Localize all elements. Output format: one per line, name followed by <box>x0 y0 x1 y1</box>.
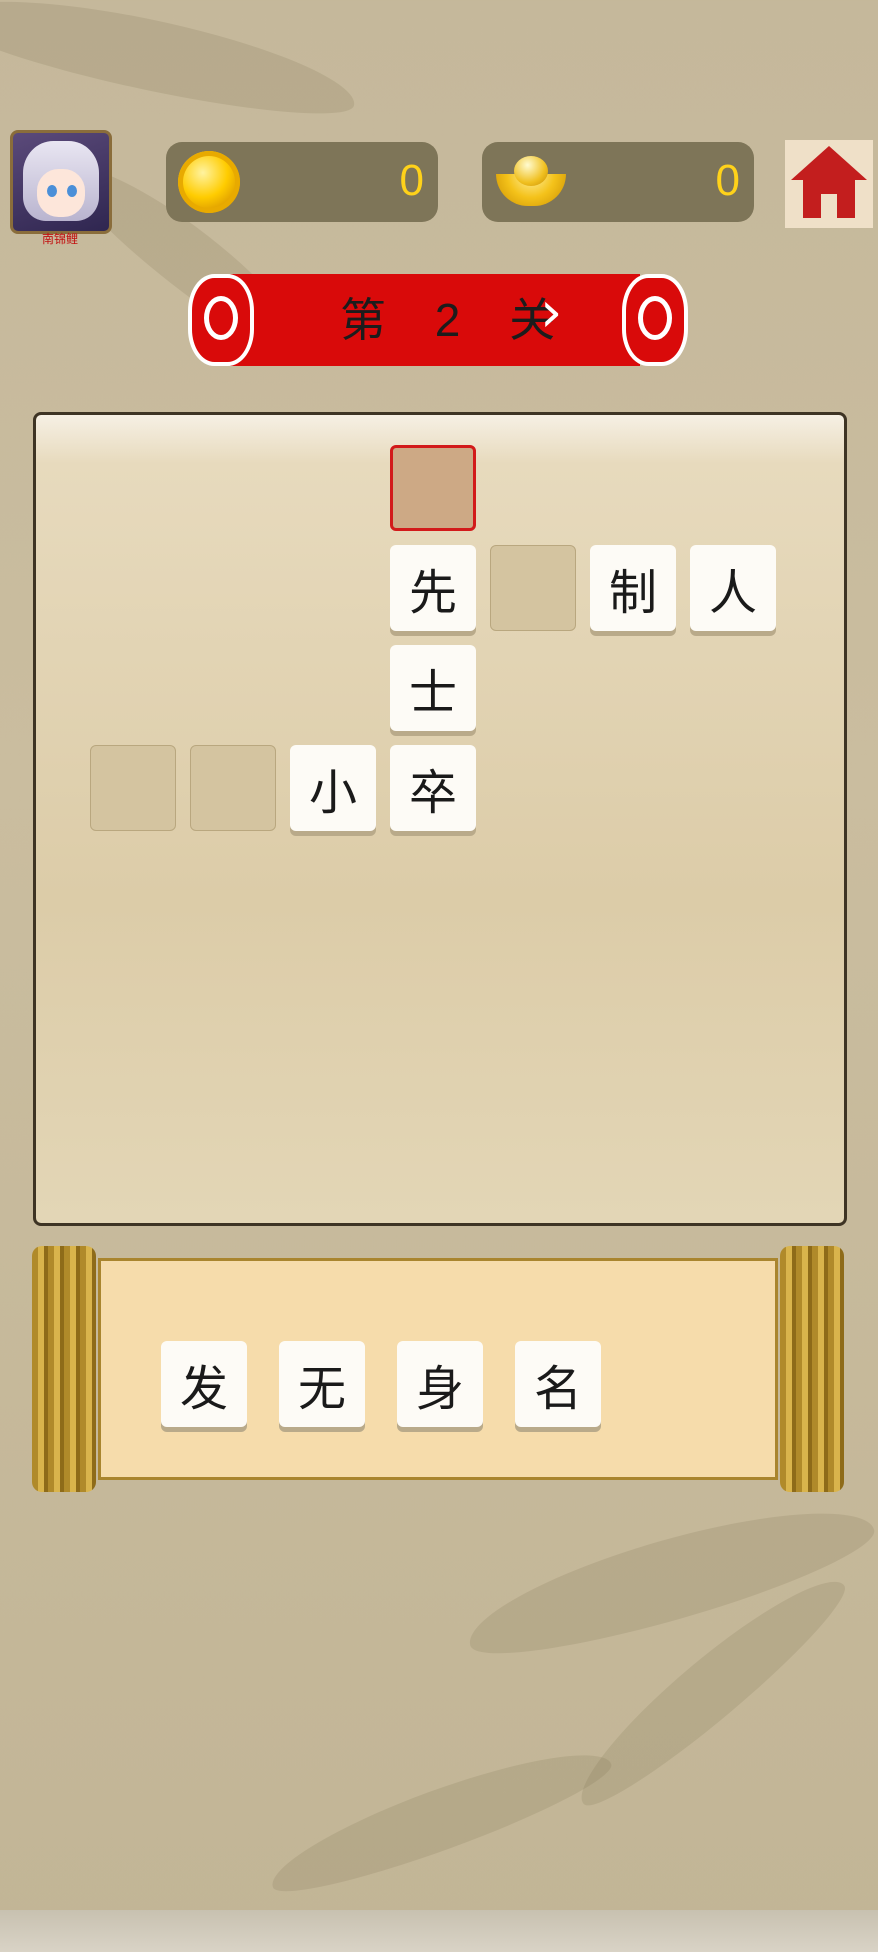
answer-slot[interactable] <box>90 745 176 831</box>
bamboo-leaf-decoration <box>260 1730 620 1910</box>
answer-slot[interactable] <box>490 545 576 631</box>
system-bottom-bar <box>0 1910 878 1952</box>
player-name: 南锦鲤 <box>41 232 78 246</box>
level-title: 第 2 关 <box>340 294 574 346</box>
cloud-ornament-icon <box>180 266 262 374</box>
bamboo-leaf-decoration <box>457 1483 878 1677</box>
coin-counter: 0 <box>166 142 438 222</box>
scroll-rod-left <box>32 1246 96 1492</box>
option-tile[interactable]: 名 <box>515 1341 601 1427</box>
board-tile: 先 <box>390 545 476 631</box>
board-tile: 人 <box>690 545 776 631</box>
option-tile[interactable]: 无 <box>279 1341 365 1427</box>
board-tile: 士 <box>390 645 476 731</box>
next-level-arrow[interactable]: › <box>540 280 562 345</box>
ingot-count: 0 <box>715 156 740 205</box>
board-tile: 卒 <box>390 745 476 831</box>
answer-slot-selected[interactable] <box>390 445 476 531</box>
option-tray: 发 无 身 名 <box>98 1258 778 1480</box>
option-scroll: 发 无 身 名 <box>32 1246 846 1492</box>
home-icon <box>791 146 867 180</box>
coin-count: 0 <box>399 156 424 205</box>
home-button[interactable] <box>785 140 873 228</box>
cloud-ornament-icon <box>614 266 696 374</box>
puzzle-board: 先 制 人 士 小 卒 <box>33 412 847 1226</box>
option-tile[interactable]: 发 <box>161 1341 247 1427</box>
board-tile: 小 <box>290 745 376 831</box>
gold-coin-icon <box>178 151 240 213</box>
player-avatar[interactable] <box>10 130 112 234</box>
option-tile[interactable]: 身 <box>397 1341 483 1427</box>
gold-ingot-icon <box>496 156 566 206</box>
ingot-counter: 0 <box>482 142 754 222</box>
bamboo-leaf-decoration <box>0 0 363 133</box>
board-tile: 制 <box>590 545 676 631</box>
scroll-rod-right <box>780 1246 844 1492</box>
answer-slot[interactable] <box>190 745 276 831</box>
